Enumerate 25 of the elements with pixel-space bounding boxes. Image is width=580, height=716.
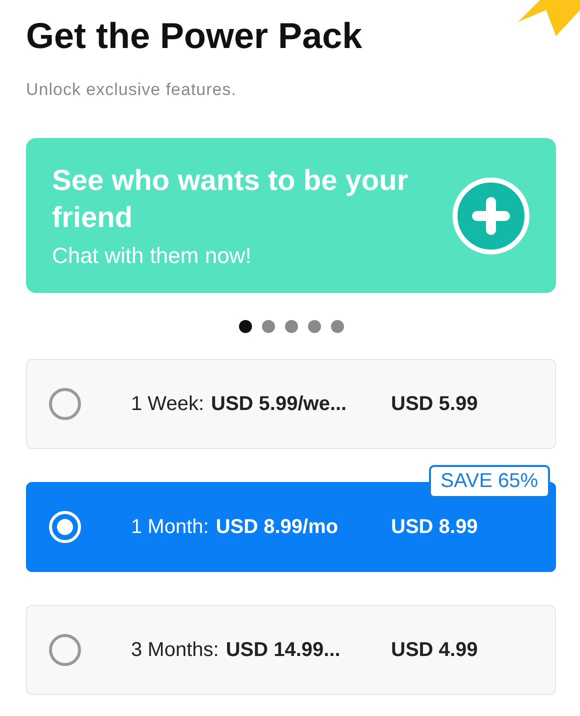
pager-dot[interactable]: [308, 320, 320, 333]
pager-dot[interactable]: [238, 320, 252, 333]
plan-label: 1 Week:: [131, 392, 204, 416]
plan-price: USD 4.99: [391, 638, 478, 662]
plan-option[interactable]: 1 Week: USD 5.99/we... USD 5.99: [26, 359, 556, 449]
pager-dot[interactable]: [262, 320, 274, 333]
plan-rate: USD 5.99/we...: [211, 392, 347, 416]
radio-button[interactable]: [49, 388, 81, 420]
save-badge: SAVE 65%: [428, 465, 550, 498]
pager-dot[interactable]: [330, 320, 344, 333]
banner-headline: See who wants to be your friend: [52, 164, 410, 236]
plan-option[interactable]: 3 Months: USD 14.99... USD 4.99: [26, 605, 556, 695]
plan-price: USD 5.99: [391, 392, 478, 416]
subtitle: Unlock exclusive features.: [26, 80, 238, 100]
plan-label: 1 Month:: [131, 516, 209, 538]
plan-rate: USD 14.99...: [226, 638, 340, 662]
decoration-drawing: [518, 0, 580, 36]
pager-dot[interactable]: [284, 320, 298, 333]
plan-price: USD 8.99: [391, 516, 478, 538]
page-title: Get the Power Pack: [26, 14, 362, 58]
plus-icon[interactable]: [452, 176, 530, 254]
plan-label: 3 Months:: [131, 638, 219, 662]
banner-subline: Chat with them now!: [52, 242, 252, 268]
plan-rate: USD 8.99/mo: [216, 516, 338, 538]
radio-button[interactable]: [49, 634, 81, 666]
